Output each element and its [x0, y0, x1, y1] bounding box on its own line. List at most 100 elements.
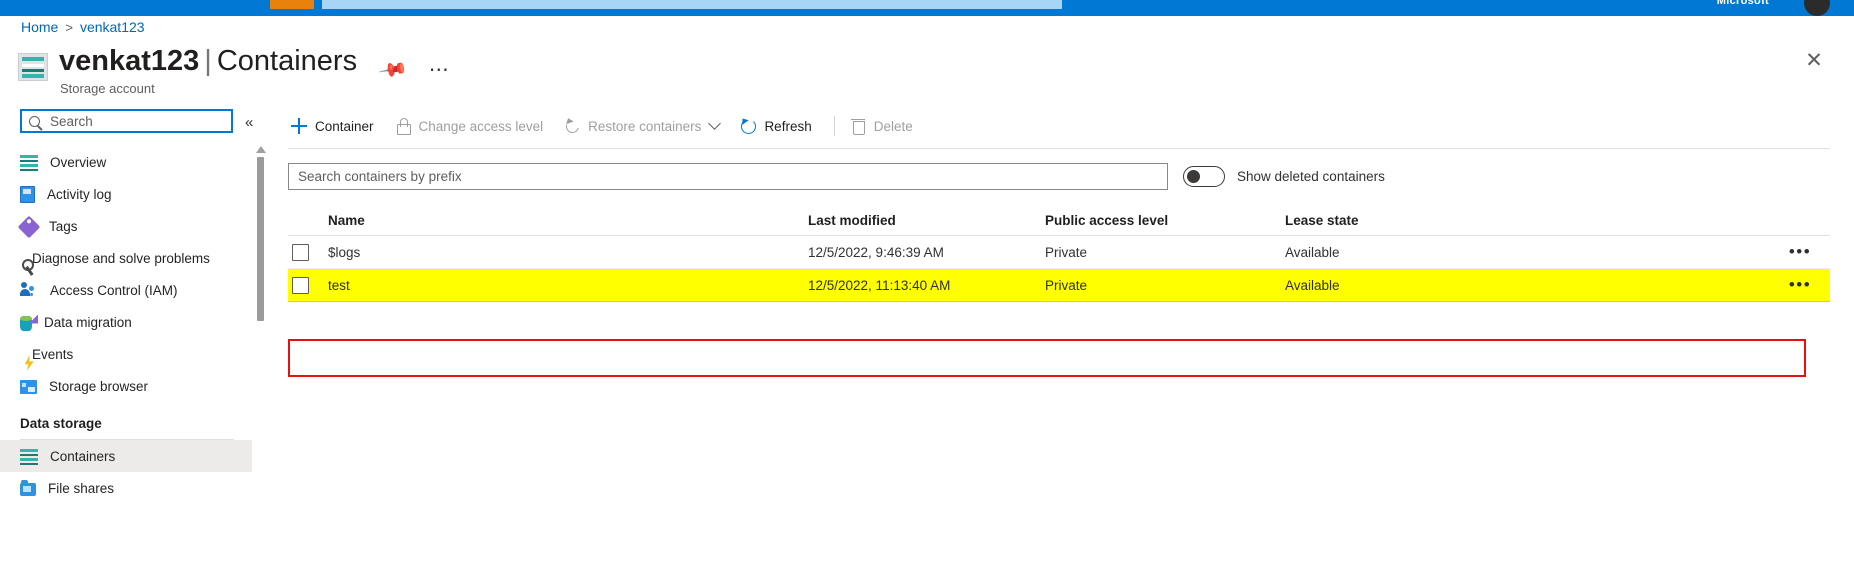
add-container-button[interactable]: Container: [288, 110, 384, 142]
sidebar-item-label: Activity log: [47, 186, 112, 202]
delete-button[interactable]: Delete: [847, 110, 923, 142]
row-checkbox[interactable]: [292, 276, 309, 294]
sidebar: Overview Activity log Tags Diagnose and …: [0, 100, 252, 588]
scrollbar-thumb[interactable]: [256, 157, 264, 321]
breadcrumb-venkat123[interactable]: venkat123: [80, 19, 145, 35]
command-bar: Container Change access level Restore co…: [288, 108, 1830, 144]
add-container-label: Container: [315, 118, 374, 134]
cell-lease-state: Available: [1285, 244, 1340, 260]
sidebar-item-storage-browser[interactable]: Storage browser: [0, 370, 252, 402]
column-header-public-access[interactable]: Public access level: [1045, 213, 1285, 228]
more-ellipsis-icon[interactable]: ⋯: [429, 60, 450, 80]
sidebar-search[interactable]: [20, 109, 233, 133]
pin-icon[interactable]: 📌: [376, 53, 409, 86]
content-scrollbar[interactable]: [255, 146, 266, 321]
show-deleted-containers-label: Show deleted containers: [1237, 168, 1385, 184]
sidebar-item-containers[interactable]: Containers: [0, 440, 252, 472]
sidebar-item-events[interactable]: Events: [0, 338, 252, 370]
sidebar-item-label: Diagnose and solve problems: [32, 250, 210, 266]
search-input[interactable]: [48, 112, 218, 130]
sidebar-item-activity-log[interactable]: Activity log: [0, 178, 252, 210]
show-deleted-containers-toggle[interactable]: [1183, 165, 1225, 187]
sidebar-item-label: Storage browser: [49, 378, 149, 394]
cell-name[interactable]: test: [328, 278, 808, 293]
microsoft-brand-label: Microsoft: [1716, 0, 1769, 7]
sidebar-item-access-control[interactable]: Access Control (IAM): [0, 274, 252, 306]
page-title: venkat123 | Containers: [59, 42, 357, 80]
delete-label: Delete: [873, 118, 913, 134]
row-checkbox[interactable]: [292, 243, 309, 261]
activity-log-icon: [20, 186, 35, 203]
storage-account-icon: [18, 53, 48, 81]
data-migration-icon: [20, 315, 32, 331]
plus-icon: [290, 117, 308, 135]
row-checkbox-cell: [288, 276, 328, 294]
search-icon: [29, 115, 40, 127]
portal-logo[interactable]: [270, 0, 314, 9]
row-actions-cell: •••: [1770, 242, 1830, 261]
file-shares-icon: [20, 480, 36, 496]
annotation-highlight-box: [288, 339, 1806, 377]
refresh-button[interactable]: Refresh: [737, 110, 821, 142]
sidebar-item-data-migration[interactable]: Data migration: [0, 306, 252, 338]
prefix-search-input[interactable]: [288, 162, 1168, 190]
lock-icon: [394, 117, 412, 135]
filter-bar: Show deleted containers: [288, 162, 1830, 190]
restore-containers-button[interactable]: Restore containers: [561, 110, 729, 142]
change-access-level-button[interactable]: Change access level: [392, 110, 554, 142]
restore-icon: [563, 117, 581, 135]
sidebar-item-label: Data migration: [44, 314, 132, 330]
table-row[interactable]: $logs 12/5/2022, 9:46:39 AM Private Avai…: [288, 236, 1830, 269]
sidebar-item-diagnose[interactable]: Diagnose and solve problems: [0, 242, 252, 274]
column-header-name[interactable]: Name: [328, 213, 808, 228]
sidebar-nav-list: Overview Activity log Tags Diagnose and …: [0, 146, 252, 504]
scroll-up-arrow-icon[interactable]: [256, 146, 266, 153]
cell-name[interactable]: $logs: [328, 245, 808, 260]
toggle-knob: [1187, 169, 1200, 183]
change-access-level-label: Change access level: [418, 118, 544, 134]
sidebar-item-label: Events: [32, 346, 74, 362]
row-context-menu-icon[interactable]: •••: [1789, 242, 1811, 261]
global-search-input[interactable]: [322, 0, 1062, 9]
breadcrumb: Home > venkat123: [21, 19, 145, 35]
restore-containers-label: Restore containers: [588, 118, 702, 134]
sidebar-item-label: File shares: [48, 480, 115, 496]
row-context-menu-icon[interactable]: •••: [1789, 275, 1811, 294]
tags-icon: [17, 215, 41, 239]
command-bar-divider: [288, 148, 1830, 149]
page-header-actions: 📌 ⋯: [377, 55, 450, 86]
row-actions-cell: •••: [1770, 275, 1830, 294]
sidebar-item-label: Containers: [50, 448, 116, 464]
avatar[interactable]: [1804, 0, 1830, 16]
containers-icon: [20, 447, 38, 465]
overview-icon: [20, 153, 38, 171]
table-row[interactable]: test 12/5/2022, 11:13:40 AM Private Avai…: [288, 269, 1830, 302]
collapse-sidebar-button[interactable]: «: [245, 114, 253, 131]
cell-public-access: Private: [1045, 277, 1088, 293]
sidebar-item-overview[interactable]: Overview: [0, 146, 252, 178]
breadcrumb-separator: >: [65, 20, 73, 35]
sidebar-item-file-shares[interactable]: File shares: [0, 472, 252, 504]
show-deleted-containers-toggle-group: Show deleted containers: [1183, 165, 1385, 187]
sidebar-item-tags[interactable]: Tags: [0, 210, 252, 242]
sidebar-item-label: Access Control (IAM): [50, 282, 178, 298]
chevron-down-icon[interactable]: [708, 117, 722, 130]
trash-icon: [849, 117, 867, 135]
sidebar-group-data-storage: Data storage: [20, 416, 102, 431]
table-header-row: Name Last modified Public access level L…: [288, 206, 1830, 236]
breadcrumb-home[interactable]: Home: [21, 19, 58, 35]
close-icon[interactable]: ✕: [1802, 50, 1826, 74]
column-header-lease-state[interactable]: Lease state: [1285, 213, 1770, 228]
refresh-icon: [739, 117, 757, 135]
command-separator: [833, 116, 835, 136]
cell-last-modified: 12/5/2022, 11:13:40 AM: [808, 277, 951, 293]
page-header: venkat123 | Containers Storage account 📌 ⋯: [18, 42, 450, 96]
sidebar-item-label: Tags: [49, 218, 78, 234]
refresh-label: Refresh: [764, 118, 812, 134]
page-title-divider: |: [204, 45, 212, 77]
page-subtitle: Storage account: [60, 81, 155, 96]
column-header-last-modified[interactable]: Last modified: [808, 213, 1045, 228]
main-content: Container Change access level Restore co…: [272, 100, 1854, 588]
row-checkbox-cell: [288, 243, 328, 261]
page-title-block: venkat123 | Containers Storage account: [59, 42, 357, 96]
